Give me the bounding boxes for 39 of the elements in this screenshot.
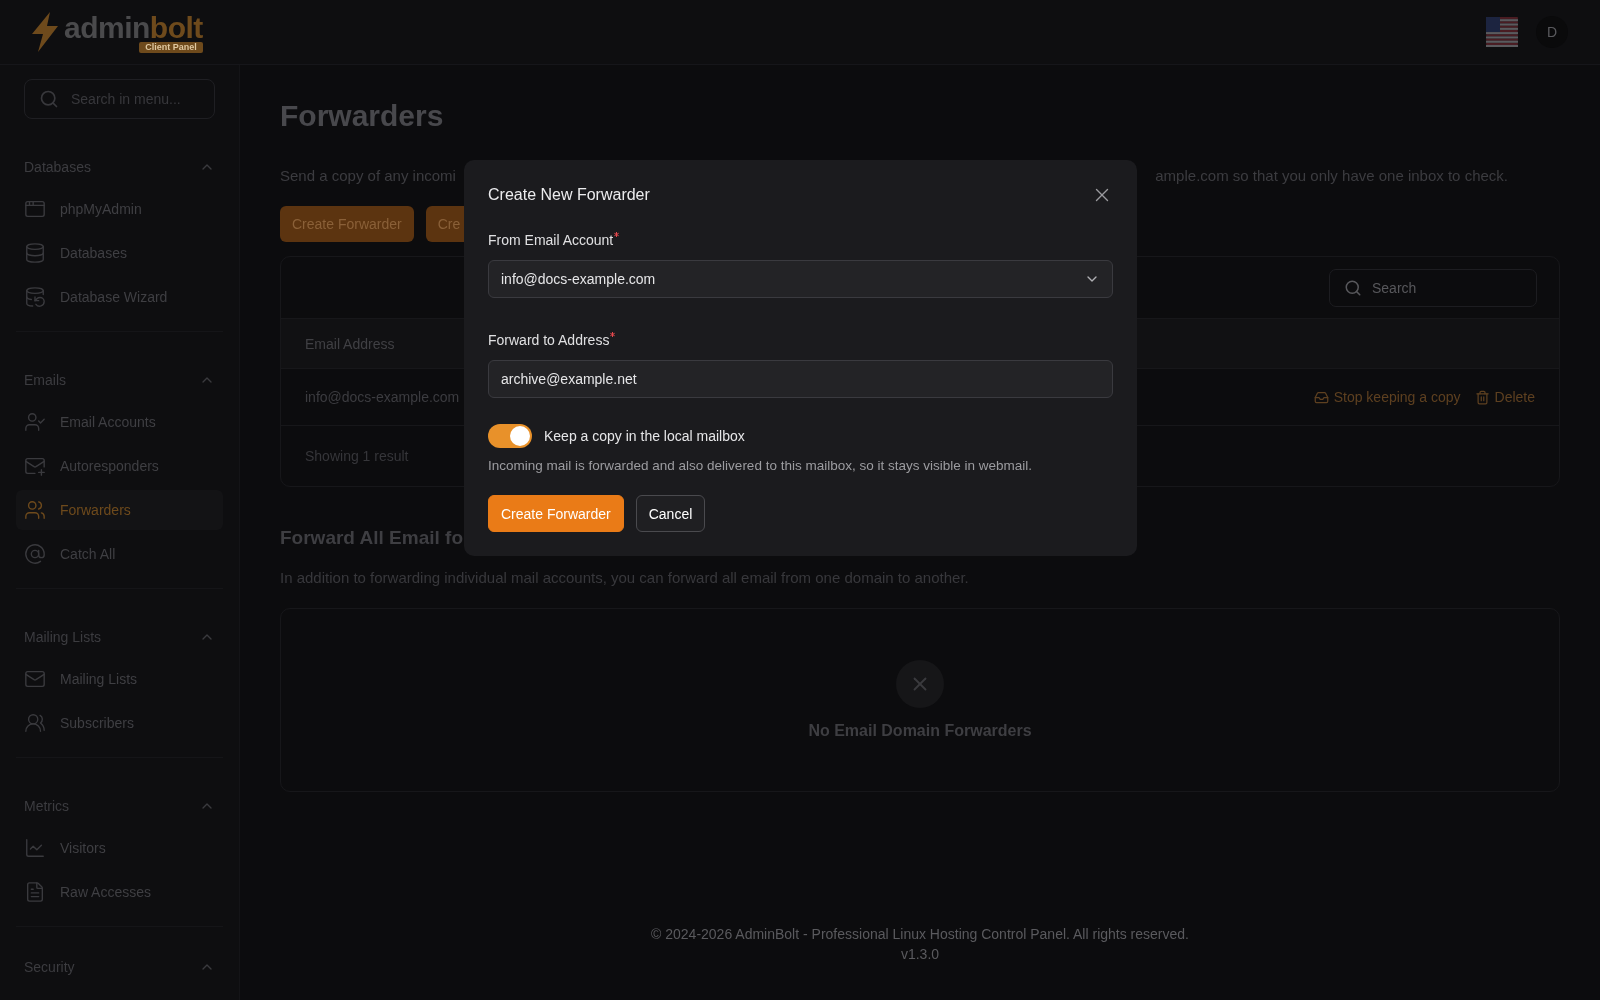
menu-item-icon — [24, 286, 46, 308]
menu-item-icon — [24, 543, 46, 565]
menu-item-icon — [24, 242, 46, 264]
cancel-button[interactable]: Cancel — [635, 495, 706, 532]
user-avatar[interactable]: D — [1536, 16, 1568, 48]
lightning-bolt-icon — [30, 12, 60, 52]
stop-copy-link[interactable]: Stop keeping a copy — [1313, 389, 1461, 405]
menu-item-icon — [24, 837, 46, 859]
forward-address-field[interactable]: archive@example.net — [488, 360, 1113, 398]
copyright-text: © 2024-2026 AdminBolt - Professional Linux Hosting Control Panel. All rights reserved. — [651, 926, 1189, 942]
keep-copy-switch[interactable] — [488, 424, 532, 448]
switch-label: Keep a copy in the local mailbox — [544, 428, 745, 444]
flag-icon[interactable] — [1486, 17, 1518, 47]
inbox-icon — [1313, 389, 1329, 405]
field-label: From Email Account — [488, 232, 614, 248]
create-forwarder-button[interactable]: Create Forwarder — [488, 495, 624, 532]
menu-item-icon — [24, 668, 46, 690]
page-title: Forwarders — [280, 99, 445, 133]
field-label: Forward to Address — [488, 332, 610, 348]
logo-text: adminbolt — [64, 11, 203, 44]
trash-icon — [1474, 389, 1490, 405]
search-icon — [39, 89, 59, 109]
menu-item-icon — [24, 881, 46, 903]
search-icon — [1344, 279, 1362, 297]
empty-x-icon — [896, 660, 944, 708]
menu-item-icon — [24, 411, 46, 433]
menu-item-icon — [24, 712, 46, 734]
email-account-select[interactable]: info@docs-example.com — [488, 260, 1113, 298]
sidebar-item[interactable]: Forwarders — [16, 490, 223, 530]
delete-link[interactable]: Delete — [1474, 389, 1535, 405]
logo-badge: Client Panel — [139, 41, 203, 53]
menu-item-icon — [24, 198, 46, 220]
menu-item-label: Forwarders — [60, 502, 131, 518]
table-search-field[interactable]: Search — [1329, 269, 1537, 307]
menu-item-icon — [24, 455, 46, 477]
menu-item-icon — [24, 499, 46, 521]
dialog-title: Create New Forwarder — [488, 186, 650, 204]
version-text: v1.3.0 — [900, 946, 940, 962]
help-text: Incoming mail is forwarded and also delivered to this mailbox, so it stays visible in webmail. — [488, 458, 1033, 473]
